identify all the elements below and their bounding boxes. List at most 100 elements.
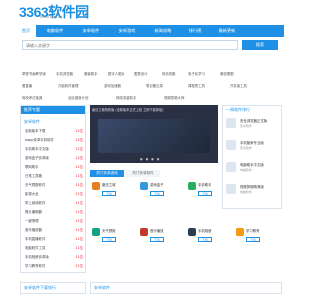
hot-keyword[interactable]: 微信看图: [220, 70, 234, 78]
list-item[interactable]: 照片编辑器 11位: [25, 209, 83, 216]
list-item-name: 全新版本下载: [25, 129, 46, 133]
bottom-title-left[interactable]: 安卓软件下载排行: [21, 284, 56, 292]
nav-rankings[interactable]: 排行榜: [182, 25, 208, 37]
ranking-card[interactable]: 视频剪辑精简版 电脑软件: [226, 182, 280, 200]
tab-hot-games[interactable]: 热门安卓游戏: [90, 170, 124, 177]
list-item-count: 11位: [75, 210, 83, 214]
download-button[interactable]: 下载: [246, 237, 260, 242]
banner-pagination[interactable]: ● ● ● ●: [140, 157, 160, 161]
ranking-card-name[interactable]: 视频剪辑精简版: [240, 184, 264, 189]
list-item-name: 手机直播软件: [25, 237, 46, 241]
list-item[interactable]: 手机助手中文版 12位: [25, 146, 83, 153]
app-icon[interactable]: [188, 182, 196, 190]
app-name[interactable]: 学习教育: [246, 228, 260, 233]
nav-latest[interactable]: 最新更新: [212, 25, 242, 37]
list-item-count: 11位: [75, 255, 83, 259]
app-card[interactable]: 天气预报 下载: [92, 228, 132, 250]
app-icon[interactable]: [92, 182, 100, 190]
hot-keyword[interactable]: 游戏加速器: [104, 82, 121, 90]
app-icon[interactable]: [188, 228, 196, 236]
hot-keyword[interactable]: 开发者工具: [230, 82, 247, 90]
featured-banner[interactable]: 魔法之城特别版 (全新版本正式上线 立即下载体验) ● ● ● ●: [90, 105, 218, 163]
app-card[interactable]: 游戏盒子 下载: [140, 182, 180, 204]
app-icon[interactable]: [92, 228, 100, 236]
hot-keyword[interactable]: 视频剪辑大师: [164, 94, 184, 102]
hot-keyword[interactable]: 看直播: [22, 82, 32, 90]
download-button[interactable]: 下载: [198, 191, 212, 196]
list-item-name: 照片编辑器: [25, 210, 42, 214]
app-name[interactable]: 音乐播放: [150, 228, 164, 233]
hot-keyword[interactable]: 手机浏览器: [56, 70, 73, 78]
search-button[interactable]: 搜索: [242, 40, 278, 50]
list-item-count: 11位: [75, 174, 83, 178]
hot-keywords-row-1: 草堂书画教学版 手机浏览器 魔兽助手 数字人图片 图表设计 网页收集 电子化学习…: [22, 70, 278, 78]
list-item[interactable]: 学习教育软件 11位: [25, 263, 83, 270]
ranking-card-name[interactable]: 电脑助手中文版: [240, 162, 264, 167]
list-item-name: 一键清理: [25, 219, 39, 223]
ranking-card[interactable]: 手机管家专业版 安卓软件: [226, 138, 280, 156]
list-item[interactable]: 电脑软件工具 11位: [25, 245, 83, 252]
hot-keyword[interactable]: 草堂书画教学版: [22, 70, 46, 78]
header: 3363软件园 WWW.3363.CC: [0, 0, 300, 24]
list-item[interactable]: 影视大全 11位: [25, 191, 83, 198]
hot-keyword[interactable]: 网页收集: [162, 70, 176, 78]
download-button[interactable]: 下载: [150, 237, 164, 242]
nav-pc-software[interactable]: 电脑软件: [40, 25, 70, 37]
list-item[interactable]: 游戏盒子安卓版 12位: [25, 155, 83, 162]
hot-keyword[interactable]: 全民健身计划: [68, 94, 88, 102]
hot-keyword[interactable]: 网络流量助手: [116, 94, 136, 102]
ranking-card[interactable]: 电脑助手中文版 电脑软件: [226, 160, 280, 178]
search-area: 搜索: [22, 40, 278, 68]
ranking-card[interactable]: 安全浏览器正式版 安卓软件: [226, 116, 280, 134]
list-item[interactable]: 音乐播放器 11位: [25, 227, 83, 234]
app-card[interactable]: 音乐播放 下载: [140, 228, 180, 250]
app-name[interactable]: 手机相册: [198, 228, 212, 233]
app-card[interactable]: 学习教育 下载: [236, 228, 276, 250]
nav-news[interactable]: 新闻攻略: [148, 25, 178, 37]
hot-keyword[interactable]: 电子化学习: [188, 70, 205, 78]
app-card[interactable]: 魔法之城 下载: [92, 182, 132, 204]
hot-keyword[interactable]: 万能软件管理: [58, 82, 78, 90]
ranking-card-name[interactable]: 安全浏览器正式版: [240, 118, 267, 123]
bottom-box-right: 安卓软件: [90, 282, 282, 294]
hot-keyword[interactable]: 魔兽助手: [84, 70, 98, 78]
list-item[interactable]: 掌上阅读软件 11位: [25, 200, 83, 207]
app-name[interactable]: 游戏盒子: [150, 182, 164, 187]
list-item[interactable]: 天气预报软件 11位: [25, 182, 83, 189]
app-name[interactable]: 魔法之城: [102, 182, 116, 187]
search-input[interactable]: [22, 40, 238, 50]
list-item[interactable]: 日常工具箱 11位: [25, 173, 83, 180]
list-item[interactable]: 全新版本下载 12位: [25, 128, 83, 135]
ranking-card-name[interactable]: 手机管家专业版: [240, 140, 264, 145]
download-button[interactable]: 下载: [102, 237, 116, 242]
app-icon[interactable]: [140, 228, 148, 236]
nav-android-software[interactable]: 安卓软件: [76, 25, 106, 37]
list-item[interactable]: 手机直播软件 11位: [25, 236, 83, 243]
download-button[interactable]: 下载: [198, 237, 212, 242]
list-item-count: 11位: [75, 264, 83, 268]
hot-keyword[interactable]: 课程表工具: [188, 82, 205, 90]
download-button[interactable]: 下载: [102, 191, 116, 196]
list-item[interactable]: aapp安卓手机软件 12位: [25, 137, 83, 144]
hot-keyword[interactable]: 图表设计: [134, 70, 148, 78]
app-icon[interactable]: [236, 228, 244, 236]
list-item-name: 学习教育软件: [25, 264, 46, 268]
list-item-name: 音乐播放器: [25, 228, 42, 232]
list-item-name: 日常工具箱: [25, 174, 42, 178]
download-button[interactable]: 下载: [150, 191, 164, 196]
hot-keyword[interactable]: 驾校考试宝典: [22, 94, 42, 102]
list-item[interactable]: 一键清理 11位: [25, 218, 83, 225]
bottom-title-right[interactable]: 安卓软件: [91, 284, 110, 292]
app-icon[interactable]: [140, 182, 148, 190]
app-card[interactable]: 手机相册 下载: [188, 228, 228, 250]
nav-android-games[interactable]: 安卓游戏: [112, 25, 142, 37]
app-name[interactable]: 天气预报: [102, 228, 116, 233]
list-item[interactable]: 联网助手 11位: [25, 164, 83, 171]
nav-home[interactable]: 首页: [16, 25, 36, 37]
list-item-count: 11位: [75, 228, 83, 232]
list-item[interactable]: 手机相册安卓版 11位: [25, 254, 83, 261]
app-name[interactable]: 手机助手: [198, 182, 212, 187]
hot-keyword[interactable]: 数字人图片: [108, 70, 125, 78]
hot-keyword[interactable]: 笔记备忘录: [146, 82, 163, 90]
tab-hot-software[interactable]: 热门安卓软件: [126, 170, 160, 177]
